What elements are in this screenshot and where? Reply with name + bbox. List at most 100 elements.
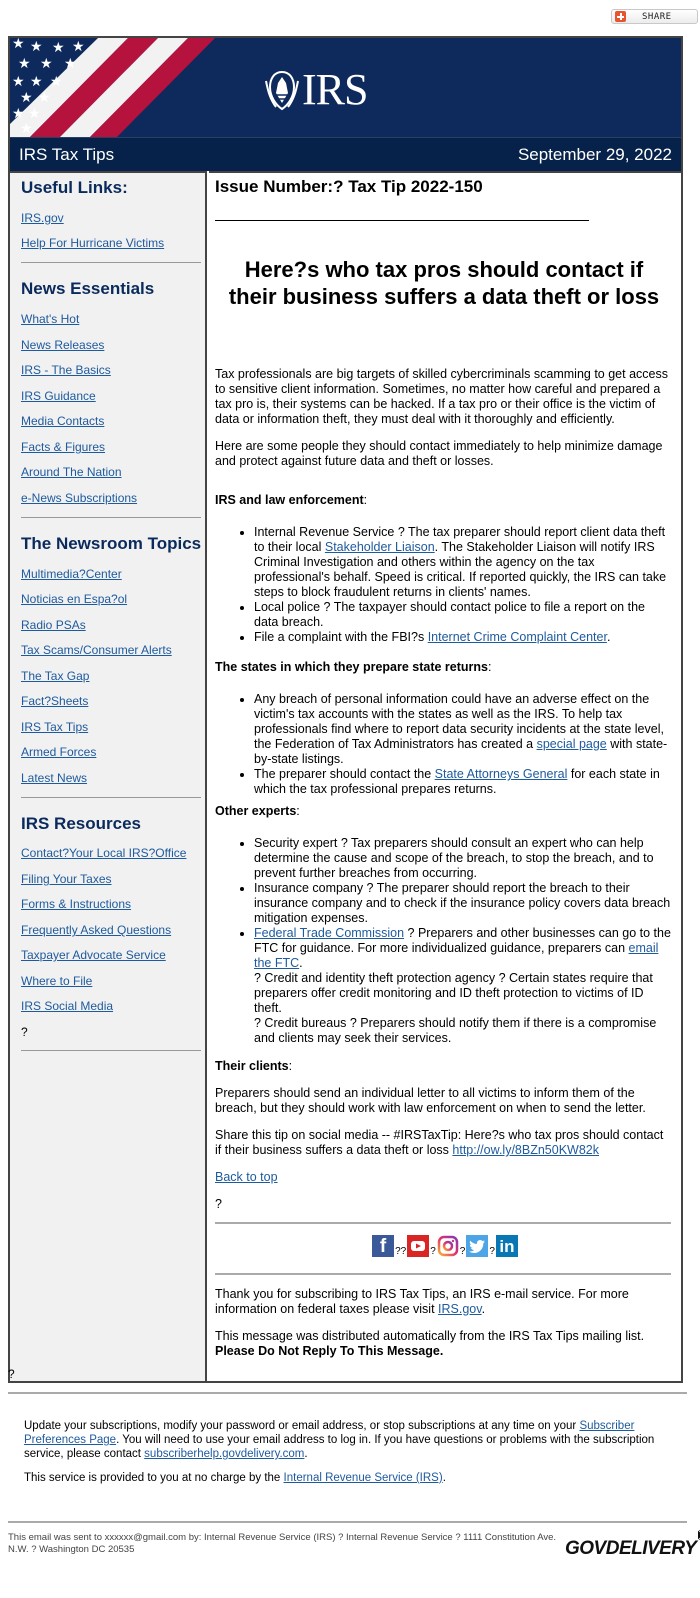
sidebar-link-tax-scams[interactable]: Tax Scams/Consumer Alerts xyxy=(21,643,172,657)
placeholder-char: ? xyxy=(215,1197,222,1211)
sidebar-link-hurricane-help[interactable]: Help For Hurricane Victims xyxy=(21,236,164,250)
share-tip-paragraph: Share this tip on social media -- #IRSTa… xyxy=(215,1128,664,1157)
sidebar-link-filing-taxes[interactable]: Filing Your Taxes xyxy=(21,872,112,886)
logo-text: IRS xyxy=(302,65,368,114)
stakeholder-liaison-link[interactable]: Stakeholder Liaison xyxy=(325,540,435,554)
placeholder-char: ? xyxy=(8,1367,15,1381)
sidebar-divider xyxy=(21,517,201,518)
distribution-notice: This message was distributed automatical… xyxy=(215,1329,645,1358)
sidebar-divider xyxy=(21,262,201,263)
svg-text:★: ★ xyxy=(20,121,33,137)
sidebar-link-multimedia-center[interactable]: Multimedia?Center xyxy=(21,567,122,581)
article-headline: Here?s who tax pros should contact if th… xyxy=(228,256,660,309)
linkedin-icon[interactable]: in xyxy=(495,1235,518,1257)
thanks-paragraph: Thank you for subscribing to IRS Tax Tip… xyxy=(215,1287,629,1316)
ic3-link[interactable]: Internet Crime Complaint Center xyxy=(428,630,607,644)
youtube-icon[interactable] xyxy=(407,1235,430,1257)
irs-homepage-link[interactable]: Internal Revenue Service (IRS) xyxy=(284,1472,443,1484)
irs-logo: IRS xyxy=(264,65,368,114)
issue-date: September 29, 2022 xyxy=(517,144,672,164)
sidebar-link-whats-hot[interactable]: What's Hot xyxy=(21,312,79,326)
section-heading: Their clients: xyxy=(215,1059,293,1073)
plus-icon xyxy=(615,11,626,22)
sidebar-link-fact-sheets[interactable]: Fact?Sheets xyxy=(21,694,88,708)
sidebar-link-taxpayer-advocate[interactable]: Taxpayer Advocate Service xyxy=(21,948,166,962)
list-item: Internal Revenue Service ? The tax prepa… xyxy=(254,525,671,600)
share-short-link[interactable]: http://ow.ly/8BZn50KW82k xyxy=(452,1143,599,1157)
sidebar-link-irs-social-media[interactable]: IRS Social Media xyxy=(21,999,113,1013)
sidebar-link-faq[interactable]: Frequently Asked Questions xyxy=(21,923,171,937)
content-divider xyxy=(215,1273,671,1275)
sidebar-link-facts-figures[interactable]: Facts & Figures xyxy=(21,440,105,454)
govdelivery-logo: GOVDELIVERY xyxy=(565,1530,700,1560)
newsletter-frame: ★ ★ ★ ★ ★ ★ ★ ★ ★ ★ ★ ★ ★ ★ ★ IRS IRS Tax Tips Se… xyxy=(8,36,683,1383)
svg-text:★: ★ xyxy=(52,40,65,56)
list-item: Federal Trade Commission ? Preparers and… xyxy=(254,926,671,1046)
article: Issue Number:? Tax Tip 2022-150 Here?s w… xyxy=(209,171,681,1381)
sidebar-link-around-nation[interactable]: Around The Nation xyxy=(21,465,122,479)
sidebar-link-enews-subscriptions[interactable]: e-News Subscriptions xyxy=(21,491,137,505)
title-bar: IRS Tax Tips September 29, 2022 xyxy=(10,137,681,171)
sidebar-heading-news-essentials: News Essentials xyxy=(21,279,155,298)
other-experts-list: Security expert ? Tax preparers should c… xyxy=(215,836,671,1046)
sidebar-link-forms-instructions[interactable]: Forms & Instructions xyxy=(21,897,131,911)
section-heading: IRS and law enforcement: xyxy=(215,493,368,507)
instagram-icon[interactable] xyxy=(436,1235,459,1257)
footer-divider xyxy=(8,1392,687,1394)
svg-text:★: ★ xyxy=(12,74,25,90)
sidebar-link-radio-psas[interactable]: Radio PSAs xyxy=(21,618,86,632)
svg-text:★: ★ xyxy=(18,56,31,72)
clients-paragraph: Preparers should send an individual lett… xyxy=(215,1086,646,1115)
footer-divider xyxy=(8,1521,687,1523)
sidebar-link-irs-gov[interactable]: IRS.gov xyxy=(21,211,64,225)
special-page-link[interactable]: special page xyxy=(537,737,607,751)
sidebar-link-media-contacts[interactable]: Media Contacts xyxy=(21,414,104,428)
newsletter-title: IRS Tax Tips xyxy=(19,144,115,164)
section-heading: Other experts: xyxy=(215,804,300,818)
twitter-icon[interactable] xyxy=(466,1235,489,1257)
svg-text:★: ★ xyxy=(28,106,41,122)
share-button[interactable]: SHARE xyxy=(611,9,698,24)
svg-text:★: ★ xyxy=(30,39,43,55)
title-underline xyxy=(215,220,589,221)
sidebar-divider xyxy=(21,1050,201,1051)
sidebar-heading-newsroom-topics: The Newsroom Topics xyxy=(21,534,202,553)
sidebar-link-irs-basics[interactable]: IRS - The Basics xyxy=(21,363,111,377)
law-enforcement-list: Internal Revenue Service ? The tax prepa… xyxy=(215,525,671,645)
back-to-top-link[interactable]: Back to top xyxy=(215,1170,278,1184)
sidebar-heading-irs-resources: IRS Resources xyxy=(21,814,141,833)
facebook-icon[interactable]: f xyxy=(372,1235,395,1257)
content-divider xyxy=(215,1222,671,1224)
svg-text:★: ★ xyxy=(12,38,25,52)
sidebar-link-news-releases[interactable]: News Releases xyxy=(21,338,104,352)
sidebar-link-irs-guidance[interactable]: IRS Guidance xyxy=(21,389,96,403)
section-heading: The states in which they prepare state r… xyxy=(215,660,492,674)
irs-gov-link[interactable]: IRS.gov xyxy=(438,1302,482,1316)
issue-number: Issue Number:? Tax Tip 2022-150 xyxy=(215,177,483,196)
svg-text:★: ★ xyxy=(72,39,85,55)
sidebar-link-noticias[interactable]: Noticias en Espa?ol xyxy=(21,592,127,606)
list-item: File a complaint with the FBI?s Internet… xyxy=(254,630,671,645)
sidebar-link-irs-tax-tips[interactable]: IRS Tax Tips xyxy=(21,720,88,734)
sidebar-divider xyxy=(21,797,201,798)
irs-eagle-icon xyxy=(265,70,299,111)
svg-text:★: ★ xyxy=(38,90,51,106)
svg-text:★: ★ xyxy=(12,106,25,122)
sidebar: Useful Links: IRS.gov Help For Hurricane… xyxy=(10,171,207,1381)
list-item: Any breach of personal information could… xyxy=(254,692,671,767)
sent-to-notice: This email was sent to xxxxxx@gmail.com … xyxy=(8,1532,557,1555)
header-banner: ★ ★ ★ ★ ★ ★ ★ ★ ★ ★ ★ ★ ★ ★ ★ IRS xyxy=(10,38,681,137)
sidebar-link-armed-forces[interactable]: Armed Forces xyxy=(21,745,96,759)
svg-text:★: ★ xyxy=(40,56,53,72)
ftc-link[interactable]: Federal Trade Commission xyxy=(254,926,404,940)
list-item: The preparer should contact the State At… xyxy=(254,767,671,797)
state-returns-list: Any breach of personal information could… xyxy=(215,692,671,797)
sidebar-link-latest-news[interactable]: Latest News xyxy=(21,771,87,785)
sidebar-link-contact-local-office[interactable]: Contact?Your Local IRS?Office xyxy=(21,846,186,860)
svg-text:★: ★ xyxy=(64,56,77,72)
intro-paragraph: Tax professionals are big targets of ski… xyxy=(215,367,668,426)
subscriber-help-link[interactable]: subscriberhelp.govdelivery.com xyxy=(144,1448,304,1460)
state-attorneys-general-link[interactable]: State Attorneys General xyxy=(435,767,568,781)
sidebar-link-where-to-file[interactable]: Where to File xyxy=(21,974,92,988)
sidebar-link-tax-gap[interactable]: The Tax Gap xyxy=(21,669,89,683)
